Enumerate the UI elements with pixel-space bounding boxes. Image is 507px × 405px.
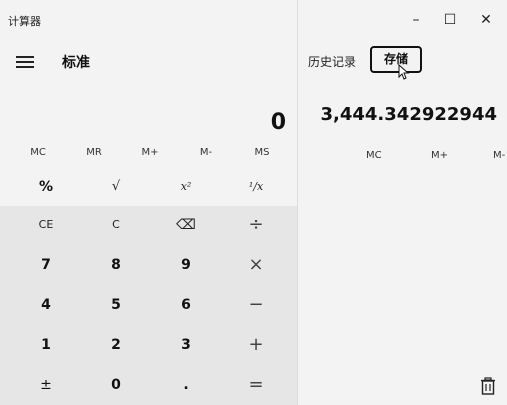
- mc-button[interactable]: MC: [18, 147, 58, 158]
- close-button[interactable]: ✕: [472, 8, 500, 32]
- memory-item-mc-button[interactable]: MC: [366, 150, 382, 161]
- equals-button[interactable]: =: [227, 366, 285, 404]
- subtract-button[interactable]: −: [227, 286, 285, 324]
- memory-item-m-plus-button[interactable]: M+: [431, 150, 448, 161]
- digit-6-button[interactable]: 6: [157, 286, 215, 324]
- memory-item-actions: MC M+ M-: [298, 150, 507, 168]
- tab-memory[interactable]: 存储: [370, 46, 422, 73]
- clear-entry-button[interactable]: CE: [17, 206, 75, 244]
- minimize-button[interactable]: –: [402, 8, 430, 32]
- memory-item-m-minus-button[interactable]: M-: [493, 150, 505, 161]
- percent-button[interactable]: %: [17, 168, 75, 206]
- sqrt-button[interactable]: √: [87, 168, 145, 206]
- reciprocal-button[interactable]: ¹/x: [227, 168, 285, 206]
- digit-7-button[interactable]: 7: [17, 246, 75, 284]
- divide-button[interactable]: ÷: [227, 206, 285, 244]
- trash-icon[interactable]: [480, 377, 496, 395]
- multiply-button[interactable]: ×: [227, 246, 285, 284]
- digit-0-button[interactable]: 0: [87, 366, 145, 404]
- maximize-button[interactable]: ☐: [436, 8, 464, 32]
- clear-button[interactable]: C: [87, 206, 145, 244]
- m-plus-button[interactable]: M+: [130, 147, 170, 158]
- m-minus-button[interactable]: M-: [186, 147, 226, 158]
- digit-3-button[interactable]: 3: [157, 326, 215, 364]
- function-row: % √ x² ¹/x: [0, 168, 297, 206]
- digit-2-button[interactable]: 2: [87, 326, 145, 364]
- tab-history[interactable]: 历史记录: [308, 53, 356, 70]
- mr-button[interactable]: MR: [74, 147, 114, 158]
- mode-title: 标准: [62, 55, 90, 71]
- decimal-button[interactable]: .: [157, 366, 215, 404]
- negate-button[interactable]: ±: [17, 366, 75, 404]
- hamburger-icon[interactable]: [16, 56, 34, 68]
- app-title: 计算器: [8, 15, 41, 28]
- digit-4-button[interactable]: 4: [17, 286, 75, 324]
- mouse-cursor-icon: [398, 64, 410, 80]
- display-value: 0: [270, 110, 286, 135]
- square-button[interactable]: x²: [157, 168, 215, 206]
- digit-8-button[interactable]: 8: [87, 246, 145, 284]
- add-button[interactable]: +: [227, 326, 285, 364]
- ms-button[interactable]: MS: [242, 147, 282, 158]
- digit-1-button[interactable]: 1: [17, 326, 75, 364]
- memory-bar: MC MR M+ M- MS: [0, 140, 297, 166]
- backspace-icon[interactable]: ⌫: [157, 206, 215, 244]
- digit-5-button[interactable]: 5: [87, 286, 145, 324]
- keypad: CE C ⌫ ÷ 7 8 9 × 4 5 6 − 1 2 3 + ± 0 . =: [0, 206, 297, 405]
- memory-value: 3,444.342922944: [320, 104, 498, 125]
- digit-9-button[interactable]: 9: [157, 246, 215, 284]
